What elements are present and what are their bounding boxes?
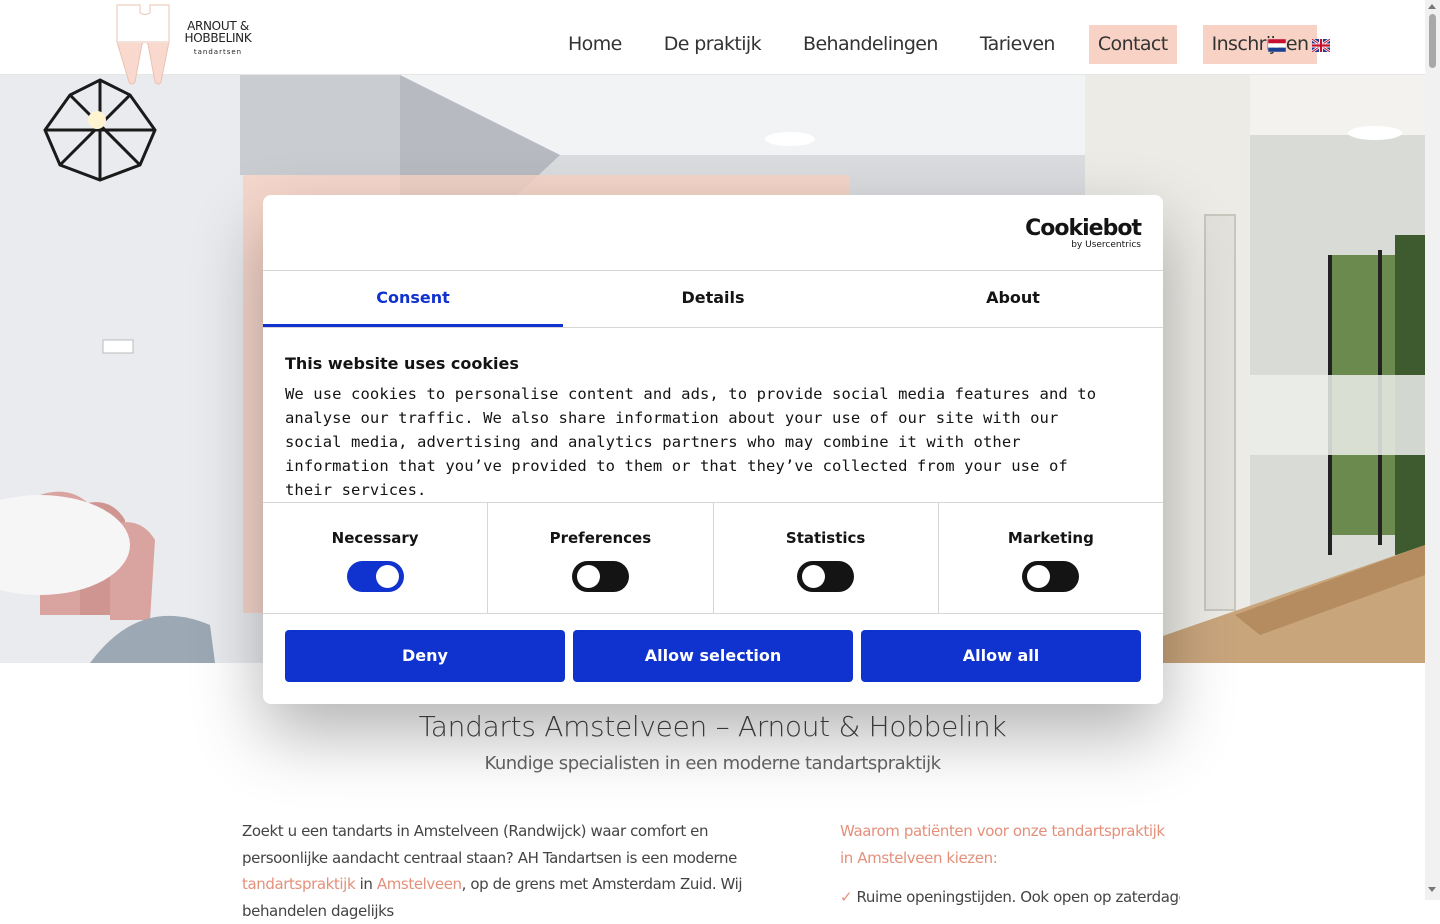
site-logo[interactable]: ARNOUT & HOBBELINK tandartsen bbox=[114, 4, 264, 86]
nav-contact[interactable]: Contact bbox=[1088, 25, 1177, 64]
cookie-tabs: Consent Details About bbox=[263, 270, 1163, 328]
tab-about[interactable]: About bbox=[863, 271, 1163, 327]
tab-consent[interactable]: Consent bbox=[263, 271, 563, 327]
category-necessary: Necessary bbox=[263, 503, 489, 613]
intro-text-part-1: Zoekt u een tandarts in Amstelveen (Rand… bbox=[242, 822, 737, 867]
cookiebot-logo-sub: by Usercentrics bbox=[1071, 240, 1141, 250]
dutch-flag-icon[interactable] bbox=[1268, 39, 1286, 52]
toggle-knob bbox=[375, 565, 399, 588]
category-marketing: Marketing bbox=[939, 503, 1163, 613]
scroll-down-arrow-icon[interactable] bbox=[1428, 887, 1436, 892]
toggle-knob bbox=[802, 565, 826, 588]
cookie-dialog-title: This website uses cookies bbox=[285, 354, 519, 373]
why-list-item-text: Ruime openingstijden. Ook open op zaterd… bbox=[856, 888, 1180, 906]
why-heading: Waarom patiënten voor onze tandartsprakt… bbox=[840, 822, 1165, 867]
necessary-toggle[interactable] bbox=[346, 561, 404, 592]
category-statistics: Statistics bbox=[714, 503, 939, 613]
cookie-consent-dialog: Cookiebot by Usercentrics Consent Detail… bbox=[263, 195, 1163, 704]
why-list-item: ✓ Ruime openingstijden. Ook open op zate… bbox=[840, 888, 1180, 906]
toggle-knob bbox=[576, 565, 600, 588]
nav-tarieven[interactable]: Tarieven bbox=[972, 25, 1063, 64]
main-nav: Home De praktijk Behandelingen Tarieven … bbox=[560, 25, 1343, 64]
nav-behandelingen[interactable]: Behandelingen bbox=[795, 25, 946, 64]
scroll-up-arrow-icon[interactable] bbox=[1428, 4, 1436, 9]
checkmark-icon: ✓ bbox=[840, 888, 853, 906]
nav-de-praktijk[interactable]: De praktijk bbox=[656, 25, 769, 64]
logo-text: ARNOUT & HOBBELINK tandartsen bbox=[178, 20, 258, 56]
allow-all-button[interactable]: Allow all bbox=[861, 630, 1141, 682]
site-header: ARNOUT & HOBBELINK tandartsen Home De pr… bbox=[0, 0, 1425, 85]
logo-subtitle: tandartsen bbox=[193, 48, 243, 56]
category-preferences: Preferences bbox=[488, 503, 714, 613]
page-subtitle: Kundige specialisten in een moderne tand… bbox=[484, 753, 941, 774]
cookiebot-logo: Cookiebot by Usercentrics bbox=[1025, 216, 1142, 251]
nav-inschrijven[interactable]: Inschrijven bbox=[1202, 25, 1318, 64]
category-statistics-label: Statistics bbox=[785, 529, 866, 547]
logo-line-2: HOBBELINK bbox=[184, 31, 252, 45]
marketing-toggle[interactable] bbox=[1022, 561, 1080, 592]
scrollbar-thumb[interactable] bbox=[1429, 14, 1436, 68]
statistics-toggle[interactable] bbox=[797, 561, 855, 592]
nav-home[interactable]: Home bbox=[560, 25, 630, 64]
category-necessary-label: Necessary bbox=[331, 529, 419, 547]
tooth-logo-icon bbox=[116, 4, 170, 85]
toggle-knob bbox=[1027, 565, 1051, 588]
cookie-dialog-text: We use cookies to personalise content an… bbox=[285, 385, 1097, 499]
page-scrollbar[interactable] bbox=[1425, 0, 1440, 900]
deny-button[interactable]: Deny bbox=[285, 630, 565, 682]
intro-text: Zoekt u een tandarts in Amstelveen (Rand… bbox=[242, 818, 772, 924]
page-title: Tandarts Amstelveen – Arnout & Hobbelink bbox=[418, 710, 1007, 743]
tandartspraktijk-link[interactable]: tandartspraktijk bbox=[242, 875, 356, 893]
tab-details[interactable]: Details bbox=[563, 271, 863, 327]
allow-selection-button[interactable]: Allow selection bbox=[573, 630, 853, 682]
cookiebot-logo-text: Cookiebot bbox=[1025, 216, 1142, 241]
category-preferences-label: Preferences bbox=[549, 529, 652, 547]
amstelveen-link[interactable]: Amstelveen bbox=[377, 875, 462, 893]
cookie-categories: Necessary Preferences Statistics Marketi… bbox=[263, 502, 1163, 614]
cookie-buttons: Deny Allow selection Allow all bbox=[285, 630, 1141, 682]
preferences-toggle[interactable] bbox=[571, 561, 629, 592]
uk-flag-icon[interactable] bbox=[1312, 39, 1330, 52]
category-marketing-label: Marketing bbox=[1007, 529, 1094, 547]
intro-text-part-2: in bbox=[355, 875, 377, 893]
